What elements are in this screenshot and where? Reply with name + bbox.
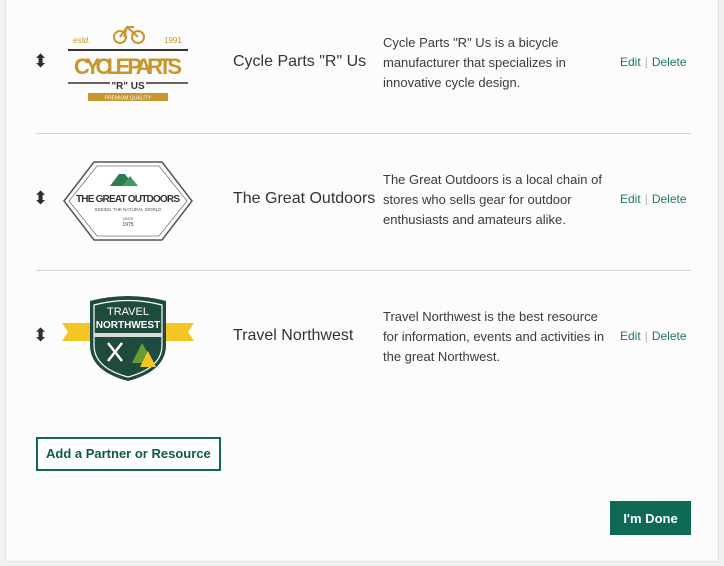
action-separator: | [644, 329, 648, 343]
action-separator: | [644, 55, 648, 69]
great-outdoors-logo: THE GREAT OUTDOORS SEEING THE NATURAL WO… [63, 161, 193, 241]
svg-text:PREMIUM QUALITY: PREMIUM QUALITY [105, 96, 152, 102]
partner-description: The Great Outdoors is a local chain of s… [383, 172, 602, 227]
svg-text:NORTHWEST: NORTHWEST [96, 320, 160, 331]
delete-link[interactable]: Delete [652, 192, 687, 206]
partner-name: Cycle Parts "R" Us [233, 53, 367, 70]
partner-row: ⬍ estd. 1991 CYCLE PARTS "R" US PREMIUM … [33, 0, 691, 134]
edit-link[interactable]: Edit [620, 55, 641, 69]
drag-handle-icon[interactable]: ⬍ [33, 52, 48, 72]
row-actions: Edit | Delete [620, 329, 687, 343]
svg-text:1991: 1991 [164, 36, 182, 45]
partner-description: Cycle Parts "R" Us is a bicycle manufact… [383, 35, 566, 90]
partner-name: Travel Northwest [233, 327, 354, 344]
bicycle-icon [113, 25, 145, 44]
row-actions: Edit | Delete [620, 192, 687, 206]
row-actions: Edit | Delete [620, 55, 687, 69]
svg-text:THE GREAT OUTDOORS: THE GREAT OUTDOORS [76, 194, 180, 205]
done-button[interactable]: I'm Done [610, 501, 691, 535]
edit-link[interactable]: Edit [620, 192, 641, 206]
drag-handle-icon[interactable]: ⬍ [33, 189, 48, 209]
svg-text:SEEING THE NATURAL WORLD: SEEING THE NATURAL WORLD [95, 207, 163, 212]
partner-description: Travel Northwest is the best resource fo… [383, 309, 605, 364]
travel-northwest-logo: TRAVEL NORTHWEST [62, 296, 194, 381]
svg-text:CYCLE PARTS: CYCLE PARTS [74, 54, 182, 79]
partner-row: ⬍ THE GREAT OUTDOORS SEEING THE NATURAL … [33, 134, 691, 271]
svg-text:1975: 1975 [122, 222, 133, 228]
svg-text:TRAVEL: TRAVEL [107, 306, 149, 318]
action-separator: | [644, 192, 648, 206]
partners-panel: ⬍ estd. 1991 CYCLE PARTS "R" US PREMIUM … [5, 0, 719, 562]
svg-text:estd.: estd. [73, 36, 90, 45]
edit-link[interactable]: Edit [620, 329, 641, 343]
delete-link[interactable]: Delete [652, 329, 687, 343]
cycle-parts-logo: estd. 1991 CYCLE PARTS "R" US PREMIUM QU… [68, 25, 188, 102]
add-partner-button[interactable]: Add a Partner or Resource [36, 437, 221, 471]
svg-text:SINCE: SINCE [123, 217, 134, 221]
partner-row: ⬍ TRAVEL NORTHWEST Travel Northwest Trav… [33, 271, 691, 408]
partner-name: The Great Outdoors [233, 190, 376, 207]
delete-link[interactable]: Delete [652, 55, 687, 69]
svg-text:"R" US: "R" US [111, 81, 145, 92]
drag-handle-icon[interactable]: ⬍ [33, 326, 48, 346]
